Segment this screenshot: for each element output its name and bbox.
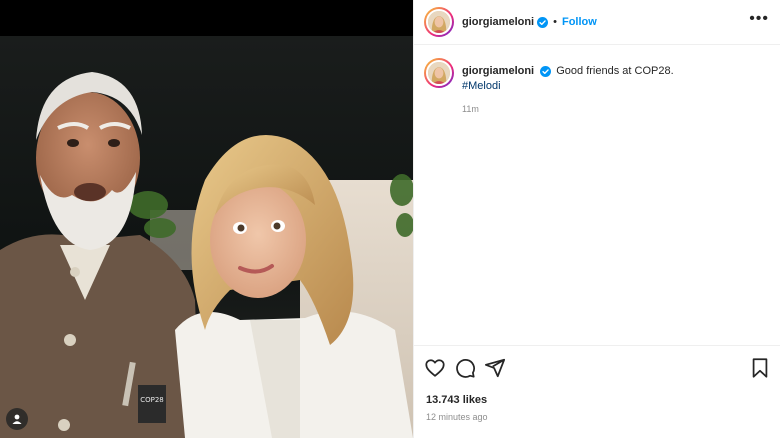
caption-text: Good friends at COP28. [556, 65, 674, 77]
user-tag-icon[interactable] [6, 408, 28, 430]
avatar[interactable] [424, 7, 454, 37]
comment-icon[interactable] [454, 357, 476, 379]
likes-count[interactable]: 13.743 likes [426, 394, 487, 406]
bookmark-icon[interactable] [749, 357, 771, 379]
hashtag-link[interactable]: #Melodi [462, 79, 674, 94]
follow-button[interactable]: Follow [562, 16, 597, 28]
more-options-icon[interactable]: ••• [749, 11, 769, 27]
caption: giorgiameloni Good friends at COP28. #Me… [424, 58, 769, 117]
verified-badge-icon [540, 65, 552, 77]
action-bar: 13.743 likes 12 minutes ago [414, 345, 780, 438]
heart-icon[interactable] [424, 357, 446, 379]
verified-badge-icon [537, 16, 549, 28]
caption-time: 11m [462, 104, 479, 114]
separator: • [553, 16, 557, 28]
cop28-badge-text: COP28 [140, 396, 164, 404]
post-photo[interactable]: COP28 [0, 0, 413, 438]
post-timestamp[interactable]: 12 minutes ago [426, 412, 488, 422]
selfie-image: COP28 [0, 0, 413, 438]
username[interactable]: giorgiameloni [462, 16, 534, 28]
post-header: giorgiameloni • Follow ••• [414, 0, 780, 45]
post-panel: giorgiameloni • Follow ••• giorgiameloni [413, 0, 780, 438]
share-icon[interactable] [484, 357, 506, 379]
caption-username[interactable]: giorgiameloni [462, 65, 534, 77]
caption-avatar[interactable] [424, 58, 454, 88]
